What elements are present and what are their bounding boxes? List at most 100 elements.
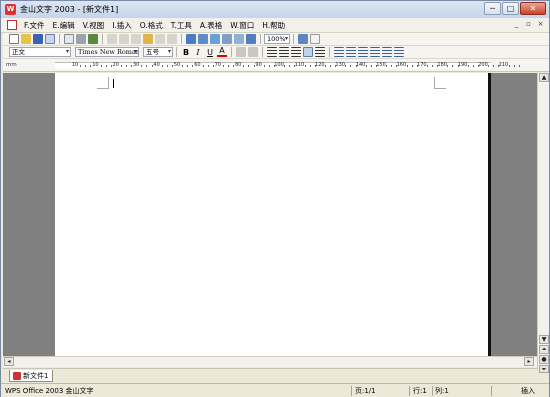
- document-icon: [13, 371, 21, 380]
- columns-icon[interactable]: [222, 34, 232, 44]
- document-page[interactable]: [55, 73, 491, 356]
- status-insert-mode[interactable]: 插入: [521, 386, 535, 396]
- font-color-button[interactable]: A: [217, 47, 227, 57]
- redo-icon[interactable]: [167, 34, 177, 44]
- next-page-icon[interactable]: ⏷: [539, 365, 549, 373]
- ruler-label: 30: [133, 62, 140, 68]
- status-divider: [491, 386, 492, 396]
- maximize-button[interactable]: □: [502, 2, 519, 15]
- scroll-left-icon[interactable]: ◂: [4, 357, 14, 366]
- font-size-value: 五号: [146, 48, 159, 56]
- font-size-combo[interactable]: 五号 ▾: [143, 47, 173, 57]
- drawing-icon[interactable]: [246, 34, 256, 44]
- toolbar-separator: [181, 34, 182, 44]
- highlight-icon[interactable]: [236, 47, 246, 57]
- ruler-label: 190: [457, 62, 468, 68]
- ruler-tick: [345, 65, 347, 67]
- bullets-icon[interactable]: [346, 47, 356, 57]
- decrease-indent-icon[interactable]: [358, 47, 368, 57]
- paragraph-spacing-icon[interactable]: [394, 47, 404, 57]
- scroll-right-icon[interactable]: ▸: [524, 357, 534, 366]
- ruler-label: 100: [274, 62, 284, 68]
- align-right-icon[interactable]: [291, 47, 301, 57]
- table-icon[interactable]: [198, 34, 208, 44]
- numbering-icon[interactable]: [334, 47, 344, 57]
- ruler-tick: [90, 65, 92, 67]
- cut-icon[interactable]: [107, 34, 117, 44]
- ruler-unit-label: mm: [6, 62, 17, 68]
- scroll-up-icon[interactable]: ▲: [539, 73, 549, 82]
- toolbar-separator: [102, 34, 103, 44]
- status-divider: [351, 386, 352, 396]
- select-browse-object-icon[interactable]: ●: [539, 355, 549, 364]
- menu-insert[interactable]: I.插入: [108, 20, 136, 31]
- font-combo[interactable]: Times New Roman ▾: [75, 47, 139, 57]
- ruler-tick: [80, 65, 82, 67]
- scroll-down-icon[interactable]: ▼: [539, 335, 549, 344]
- ruler-tick: [365, 65, 367, 67]
- menu-view[interactable]: V.视图: [79, 20, 109, 31]
- align-left-icon[interactable]: [267, 47, 277, 57]
- hyperlink-icon[interactable]: [186, 34, 196, 44]
- justify-icon[interactable]: [303, 47, 313, 57]
- undo-icon[interactable]: [155, 34, 165, 44]
- select-icon[interactable]: [310, 34, 320, 44]
- open-icon[interactable]: [21, 34, 31, 44]
- ruler-tick: [212, 65, 214, 67]
- paste-icon[interactable]: [131, 34, 141, 44]
- italic-button[interactable]: I: [193, 48, 203, 57]
- increase-indent-icon[interactable]: [370, 47, 380, 57]
- underline-button[interactable]: U: [205, 48, 215, 57]
- spellcheck-icon[interactable]: [88, 34, 98, 44]
- previous-page-icon[interactable]: ⏶: [539, 345, 549, 354]
- distributed-icon[interactable]: [315, 47, 325, 57]
- help-icon[interactable]: [298, 34, 308, 44]
- ruler-tick: [141, 65, 143, 67]
- chevron-down-icon: ▾: [133, 48, 137, 55]
- doc-minimize-button[interactable]: _: [512, 20, 521, 28]
- align-center-icon[interactable]: [279, 47, 289, 57]
- menu-help[interactable]: H.帮助: [258, 20, 289, 31]
- print-icon[interactable]: [76, 34, 86, 44]
- ruler-tick: [151, 65, 153, 67]
- doc-close-button[interactable]: ×: [536, 20, 545, 28]
- copy-icon[interactable]: [119, 34, 129, 44]
- print-preview-icon[interactable]: [64, 34, 74, 44]
- tab-new-document-1[interactable]: 新文件1: [9, 370, 54, 382]
- menu-table[interactable]: A.表格: [196, 20, 226, 31]
- horizontal-ruler[interactable]: mm 10 10 20 30 40 50 60 70 80 90 100 110 120 130 140 15…: [3, 59, 549, 72]
- ruler-label: 90: [255, 62, 262, 68]
- menu-edit[interactable]: E.编辑: [49, 20, 79, 31]
- status-divider: [409, 386, 410, 396]
- status-column: 列:1: [435, 387, 449, 395]
- text-box-icon[interactable]: [234, 34, 244, 44]
- save-icon[interactable]: [33, 34, 43, 44]
- horizontal-scrollbar[interactable]: ◂ ▸: [3, 356, 537, 367]
- format-painter-icon[interactable]: [143, 34, 153, 44]
- new-icon[interactable]: [9, 34, 19, 44]
- ruler-tick: [248, 65, 250, 67]
- bold-button[interactable]: B: [181, 48, 191, 57]
- email-icon[interactable]: [45, 34, 55, 44]
- style-combo[interactable]: 正文 ▾: [9, 47, 71, 57]
- menu-file[interactable]: F.文件: [20, 20, 49, 31]
- close-button[interactable]: ✕: [520, 2, 546, 15]
- ruler-tick: [263, 65, 265, 67]
- chevron-down-icon: ▾: [167, 48, 171, 55]
- menu-tools[interactable]: T.工具: [167, 20, 196, 31]
- doc-restore-button[interactable]: ▫: [524, 20, 533, 28]
- ruler-label: 110: [294, 62, 305, 68]
- ruler-tick: [120, 65, 122, 67]
- menu-format[interactable]: O.格式: [136, 20, 167, 31]
- menu-window[interactable]: W.窗口: [226, 20, 258, 31]
- line-spacing-icon[interactable]: [382, 47, 392, 57]
- title-bar[interactable]: W 金山文字 2003 - [新文件1] ─ □ ✕: [1, 1, 549, 18]
- zoom-combo[interactable]: 100% ▾: [264, 34, 290, 44]
- app-logo-icon[interactable]: W: [5, 4, 16, 15]
- insert-picture-icon[interactable]: [210, 34, 220, 44]
- minimize-button[interactable]: ─: [484, 2, 501, 15]
- ruler-tick: [386, 65, 388, 67]
- vertical-scrollbar[interactable]: ▲ ▼ ⏶ ● ⏷: [537, 73, 549, 373]
- char-border-icon[interactable]: [248, 47, 258, 57]
- document-menu-icon[interactable]: [7, 20, 17, 30]
